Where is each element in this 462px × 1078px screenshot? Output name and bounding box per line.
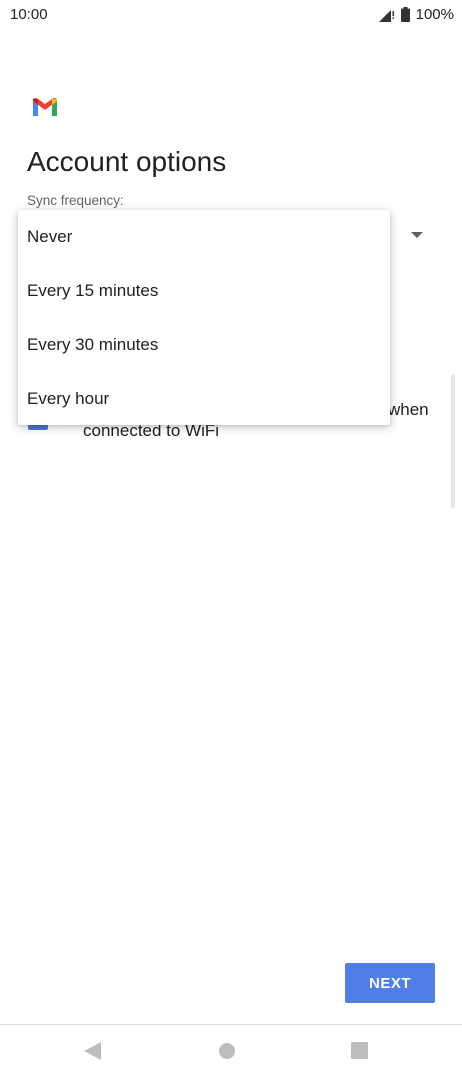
battery-percent: 100%: [415, 6, 454, 23]
nav-divider: [0, 1024, 462, 1025]
home-icon[interactable]: [219, 1043, 235, 1059]
gmail-logo: [33, 98, 57, 116]
sync-frequency-label: Sync frequency:: [27, 193, 124, 208]
status-icons: 100%: [377, 6, 454, 23]
sync-frequency-dropdown: Never Every 15 minutes Every 30 minutes …: [18, 210, 390, 425]
status-bar: 10:00 100%: [0, 0, 462, 30]
checkbox-label-line1: when: [388, 400, 429, 419]
scrollbar[interactable]: [451, 374, 455, 508]
next-button[interactable]: NEXT: [345, 963, 435, 1003]
sync-option-15-minutes[interactable]: Every 15 minutes: [18, 264, 390, 318]
signal-icon: [378, 9, 394, 22]
dropdown-arrow-icon[interactable]: [411, 232, 423, 240]
back-icon[interactable]: [84, 1042, 101, 1060]
sync-option-hour[interactable]: Every hour: [18, 372, 390, 426]
sync-option-30-minutes[interactable]: Every 30 minutes: [18, 318, 390, 372]
battery-icon: [400, 7, 410, 22]
status-time: 10:00: [10, 6, 48, 23]
sync-option-never[interactable]: Never: [18, 210, 390, 264]
page-title: Account options: [27, 146, 227, 177]
recent-apps-icon[interactable]: [351, 1042, 368, 1059]
